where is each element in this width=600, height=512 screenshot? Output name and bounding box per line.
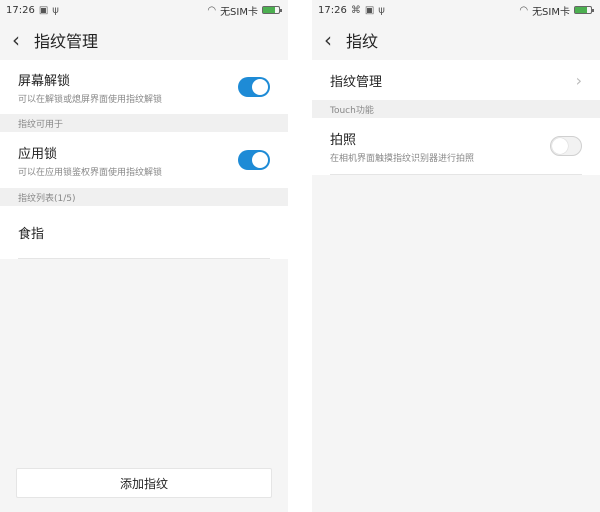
- carrier-label-right: 无SIM卡: [532, 6, 570, 18]
- status-bar-right: 17:26 ⌘ ▣ ψ ◠ 无SIM卡: [312, 0, 600, 20]
- wifi-icon-right: ◠: [519, 4, 529, 16]
- screen-unlock-label: 屏幕解锁: [18, 73, 71, 89]
- app-lock-toggle[interactable]: [238, 150, 270, 170]
- photo-label: 拍照: [330, 132, 357, 148]
- app-lock-label: 应用锁: [18, 146, 58, 162]
- photo-row[interactable]: 拍照 在相机界面触摸指纹识别器进行拍照: [312, 118, 600, 174]
- fingerprint-name: 食指: [18, 226, 45, 242]
- page-title-right: 指纹: [346, 32, 379, 51]
- carrier-label: 无SIM卡: [220, 6, 258, 18]
- status-bar: 17:26 ▣ ψ ◠ 无SIM卡: [0, 0, 288, 20]
- usb-icon-right: ψ: [378, 4, 385, 16]
- touch-section-header: Touch功能: [312, 100, 600, 118]
- title-bar: ‹ 指纹管理: [0, 20, 288, 60]
- battery-icon: [262, 6, 282, 14]
- back-arrow-icon[interactable]: ‹: [12, 30, 20, 50]
- status-left: 17:26 ▣ ψ: [6, 5, 59, 16]
- photo-divider: [330, 174, 582, 175]
- stage: 17:26 ▣ ψ ◠ 无SIM卡 ‹ 指纹管理 屏幕解锁 可以在解锁或熄屏界面…: [0, 0, 600, 512]
- photo-toggle[interactable]: [550, 136, 582, 156]
- usb-icon: ψ: [52, 4, 59, 16]
- photo-desc: 在相机界面触摸指纹识别器进行拍照: [330, 153, 475, 164]
- list-divider: [18, 258, 270, 259]
- add-fingerprint-button[interactable]: 添加指纹: [16, 468, 272, 498]
- usage-section-header: 指纹可用于: [0, 114, 288, 132]
- notification-icon: ▣: [38, 4, 49, 16]
- screen-unlock-desc: 可以在解锁或熄屏界面使用指纹解锁: [18, 94, 163, 105]
- fingerprint-settings-screen: 17:26 ⌘ ▣ ψ ◠ 无SIM卡 ‹ 指纹 指纹管理 › Touch功能 …: [312, 0, 600, 512]
- status-time-right: 17:26: [318, 4, 347, 16]
- list-divider-wrap: [0, 258, 288, 259]
- back-arrow-icon-right[interactable]: ‹: [324, 30, 332, 50]
- status-right-right: ◠ 无SIM卡: [519, 3, 594, 18]
- fingerprint-list-header: 指纹列表(1/5): [0, 188, 288, 206]
- list-item[interactable]: 食指: [0, 206, 288, 258]
- photo-divider-wrap: [312, 174, 600, 175]
- screen-unlock-toggle[interactable]: [238, 77, 270, 97]
- fingerprint-management-screen: 17:26 ▣ ψ ◠ 无SIM卡 ‹ 指纹管理 屏幕解锁 可以在解锁或熄屏界面…: [0, 0, 288, 512]
- fingerprint-manage-row[interactable]: 指纹管理 ›: [312, 60, 600, 100]
- notification-icon-right: ▣: [364, 4, 375, 16]
- battery-icon-right: [574, 6, 594, 14]
- page-title: 指纹管理: [34, 32, 99, 51]
- status-time: 17:26: [6, 4, 35, 16]
- screen-unlock-texts: 屏幕解锁 可以在解锁或熄屏界面使用指纹解锁: [18, 70, 162, 105]
- app-lock-row[interactable]: 应用锁 可以在应用锁鉴权界面使用指纹解锁: [0, 132, 288, 188]
- status-left-right: 17:26 ⌘ ▣ ψ: [318, 5, 385, 16]
- wifi-icon: ◠: [207, 4, 217, 16]
- fingerprint-manage-label: 指纹管理: [330, 74, 383, 90]
- title-bar-right: ‹ 指纹: [312, 20, 600, 60]
- app-lock-desc: 可以在应用锁鉴权界面使用指纹解锁: [18, 167, 163, 178]
- screen-unlock-row[interactable]: 屏幕解锁 可以在解锁或熄屏界面使用指纹解锁: [0, 60, 288, 114]
- status-right: ◠ 无SIM卡: [207, 3, 282, 18]
- sync-icon: ⌘: [350, 4, 361, 16]
- chevron-right-icon: ›: [575, 70, 582, 90]
- photo-texts: 拍照 在相机界面触摸指纹识别器进行拍照: [330, 129, 474, 164]
- app-lock-texts: 应用锁 可以在应用锁鉴权界面使用指纹解锁: [18, 143, 162, 178]
